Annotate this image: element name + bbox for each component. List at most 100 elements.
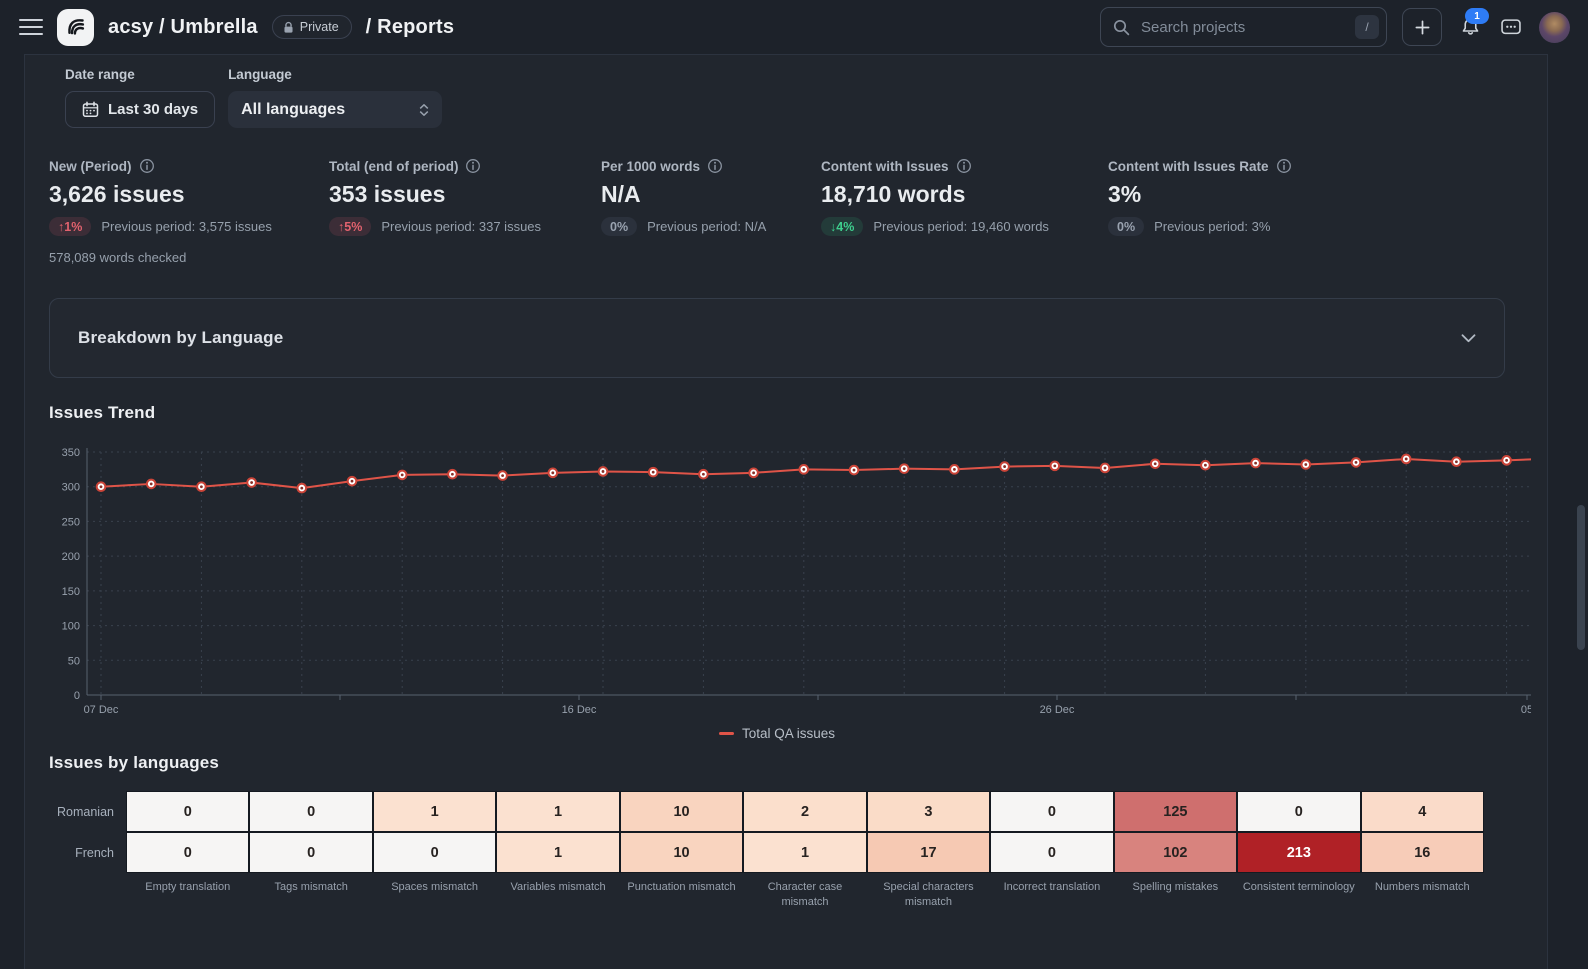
heatmap-cell: 0 <box>990 791 1113 832</box>
kpi-card: Content with Issues18,710 words↓4%Previo… <box>821 158 1108 265</box>
svg-text:50: 50 <box>68 655 80 667</box>
kpi-extra-note: 578,089 words checked <box>49 250 329 265</box>
create-new-button[interactable] <box>1402 8 1442 46</box>
heatmap-column-label: Spelling mistakes <box>1114 873 1237 911</box>
heatmap-cell: 1 <box>496 832 619 873</box>
report-content: Date range Last 30 days Language All lan… <box>24 54 1548 969</box>
kpi-previous-period: Previous period: 3% <box>1154 219 1270 234</box>
heatmap-column-label: Punctuation mismatch <box>620 873 743 911</box>
heatmap-cell: 0 <box>249 832 372 873</box>
kpi-change-badge: ↑1% <box>49 217 91 236</box>
heatmap-cell: 213 <box>1237 832 1360 873</box>
language-select-value: All languages <box>241 101 345 119</box>
kpi-change-badge: 0% <box>601 217 637 236</box>
heatmap-column-label: Empty translation <box>126 873 249 911</box>
date-range-label: Date range <box>65 67 215 82</box>
app-logo[interactable] <box>57 9 94 46</box>
breakdown-by-language-panel[interactable]: Breakdown by Language <box>49 298 1505 378</box>
heatmap-column-label: Character case mismatch <box>743 873 866 911</box>
heatmap-column-label: Consistent terminology <box>1237 873 1360 911</box>
kpi-value: 3,626 issues <box>49 181 329 208</box>
language-label: Language <box>228 67 442 82</box>
search-input[interactable] <box>1139 18 1346 37</box>
svg-text:300: 300 <box>62 482 80 494</box>
kpi-label: Content with Issues Rate <box>1108 158 1408 174</box>
heatmap-cell: 125 <box>1114 791 1237 832</box>
info-icon[interactable] <box>1276 158 1292 174</box>
date-range-value: Last 30 days <box>108 101 198 118</box>
heatmap-column-label: Spaces mismatch <box>373 873 496 911</box>
info-icon[interactable] <box>707 158 723 174</box>
issues-trend-title: Issues Trend <box>49 403 1547 423</box>
date-range-filter: Date range Last 30 days <box>65 67 215 128</box>
kpi-previous-period: Previous period: 19,460 words <box>873 219 1049 234</box>
svg-text:26 Dec: 26 Dec <box>1040 704 1075 716</box>
logo-swirl-icon <box>63 14 89 40</box>
heatmap-cell: 1 <box>743 832 866 873</box>
language-filter: Language All languages <box>228 67 442 128</box>
chevron-down-icon[interactable] <box>1461 334 1476 343</box>
top-bar-actions: / 1 <box>1100 7 1570 47</box>
kpi-change-badge: ↑5% <box>329 217 371 236</box>
heatmap-cell: 2 <box>743 791 866 832</box>
heatmap-column-label: Tags mismatch <box>249 873 372 911</box>
info-icon[interactable] <box>465 158 481 174</box>
legend-line-marker <box>719 732 734 735</box>
info-icon[interactable] <box>956 158 972 174</box>
svg-text:05: 05 <box>1521 704 1531 716</box>
heatmap-cell: 10 <box>620 832 743 873</box>
kpi-label: New (Period) <box>49 158 329 174</box>
breadcrumb-project[interactable]: acsy / Umbrella <box>108 16 258 39</box>
search-box[interactable]: / <box>1100 7 1387 47</box>
heatmap-cell: 3 <box>867 791 990 832</box>
heatmap-cell: 1 <box>373 791 496 832</box>
chat-icon <box>1501 19 1521 36</box>
kpi-value: N/A <box>601 181 821 208</box>
svg-text:200: 200 <box>62 551 80 563</box>
language-select[interactable]: All languages <box>228 91 442 128</box>
heatmap-cell: 17 <box>867 832 990 873</box>
kpi-card: New (Period) 3,626 issues ↑1% Previous peri… <box>49 158 329 265</box>
kpi-card: Content with Issues Rate 3% 0% Previous per… <box>1108 158 1408 265</box>
breakdown-title: Breakdown by Language <box>78 328 283 348</box>
kpi-previous-period: Previous period: N/A <box>647 219 766 234</box>
chart-legend: Total QA issues <box>49 726 1505 741</box>
issues-by-languages-title: Issues by languages <box>49 753 1547 773</box>
svg-text:350: 350 <box>62 447 80 459</box>
filters-row: Date range Last 30 days Language All lan… <box>65 67 1547 128</box>
heatmap-cell: 0 <box>249 791 372 832</box>
kpi-row: New (Period) 3,626 issues ↑1% Previous peri… <box>49 158 1547 265</box>
feedback-button[interactable] <box>1498 15 1524 39</box>
heatmap-row-label: French <box>49 832 126 873</box>
heatmap-cell: 0 <box>1237 791 1360 832</box>
kpi-label: Per 1000 words <box>601 158 821 174</box>
user-avatar[interactable] <box>1539 12 1570 43</box>
heatmap-cell: 102 <box>1114 832 1237 873</box>
svg-text:0: 0 <box>74 690 80 702</box>
heatmap-cell: 0 <box>126 832 249 873</box>
kpi-label: Total (end of period) <box>329 158 601 174</box>
kpi-previous-period: Previous period: 3,575 issues <box>101 219 272 234</box>
kpi-value: 353 issues <box>329 181 601 208</box>
kpi-change-badge: ↓4% <box>821 217 863 236</box>
kpi-change-badge: 0% <box>1108 217 1144 236</box>
legend-label: Total QA issues <box>742 726 835 741</box>
breadcrumb-section: / Reports <box>366 16 454 39</box>
menu-icon[interactable] <box>19 19 43 35</box>
heatmap-cell: 0 <box>990 832 1113 873</box>
plus-icon <box>1414 19 1431 36</box>
kpi-value: 3% <box>1108 181 1408 208</box>
heatmap-cell: 4 <box>1361 791 1484 832</box>
search-shortcut-key: / <box>1355 15 1379 39</box>
calendar-icon <box>82 101 99 118</box>
heatmap-column-label: Special characters mismatch <box>867 873 990 911</box>
notifications-button[interactable]: 1 <box>1457 15 1483 39</box>
kpi-card: Per 1000 words N/A 0% Previous period: N/A <box>601 158 821 265</box>
info-icon[interactable] <box>139 158 155 174</box>
date-range-button[interactable]: Last 30 days <box>65 91 215 128</box>
private-badge: Private <box>272 15 352 39</box>
heatmap-cell: 0 <box>373 832 496 873</box>
vertical-scrollbar-thumb[interactable] <box>1577 505 1585 650</box>
notification-count-badge: 1 <box>1465 8 1489 24</box>
heatmap-cell: 1 <box>496 791 619 832</box>
